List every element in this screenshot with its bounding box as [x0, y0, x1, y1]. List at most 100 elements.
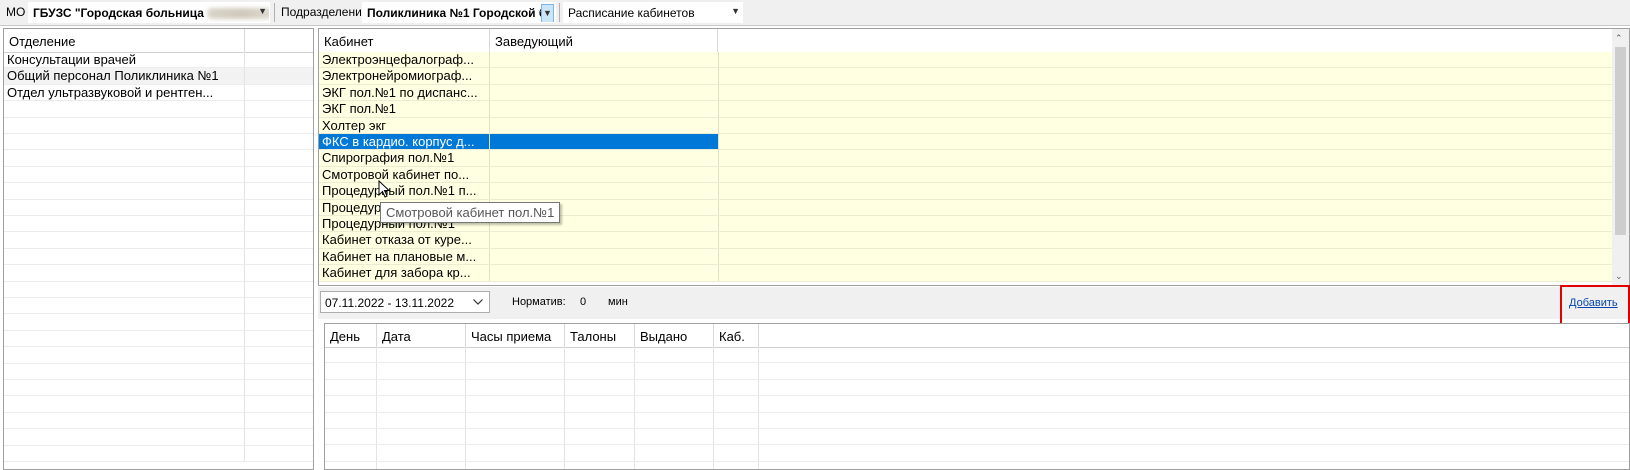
chevron-down-icon[interactable]: ⌄ [1615, 271, 1623, 282]
row-filler [719, 117, 1612, 133]
table-row[interactable]: ЭКГ пол.№1 по диспанс... [319, 84, 1612, 102]
table-row[interactable] [325, 412, 1629, 429]
cabinet-head-cell [490, 52, 719, 68]
column-header-issued[interactable]: Выдано [635, 324, 714, 347]
table-row[interactable] [4, 166, 313, 184]
table-row[interactable] [325, 347, 1629, 364]
row-filler [719, 52, 1612, 68]
table-row[interactable]: Общий персонал Поликлиника №1 [4, 68, 313, 85]
table-row[interactable]: ФКС в кардио. корпус д... [319, 134, 1612, 151]
table-row[interactable] [325, 396, 1629, 413]
column-header-tickets[interactable]: Талоны [565, 324, 635, 347]
table-row[interactable]: Электронейромиограф... [319, 68, 1612, 85]
table-row[interactable] [4, 216, 313, 233]
schedule-cell [466, 445, 565, 461]
table-row[interactable] [4, 101, 313, 118]
department-extra-cell [245, 150, 313, 165]
schedule-cell [377, 396, 466, 412]
table-row[interactable] [325, 461, 1629, 469]
table-row[interactable] [4, 429, 313, 446]
date-range-combo[interactable]: 07.11.2022 - 13.11.2022 [320, 291, 490, 313]
table-row[interactable] [325, 429, 1629, 446]
toolbar-divider [559, 3, 560, 22]
schedule-cell [377, 461, 466, 469]
chevron-down-icon[interactable] [473, 299, 483, 305]
chevron-up-icon[interactable]: ⌃ [1615, 33, 1623, 44]
department-cell [4, 330, 245, 347]
table-row[interactable] [4, 199, 313, 216]
table-row[interactable] [4, 445, 313, 462]
cabinet-name-cell: Электронейромиограф... [319, 68, 490, 84]
cabinet-head-cell [490, 232, 719, 248]
table-row[interactable] [4, 412, 313, 430]
column-header-day[interactable]: День [325, 324, 377, 347]
schedule-cell [714, 396, 759, 412]
period-strip: 07.11.2022 - 13.11.2022 Норматив: 0 мин … [318, 287, 1630, 319]
schedule-cell [466, 379, 565, 396]
table-row[interactable] [325, 379, 1629, 397]
cabinet-head-cell [490, 166, 719, 183]
subdivision-combo[interactable]: Поликлиника №1 Городской б ▼ [362, 2, 556, 23]
schedule-cell [635, 429, 714, 445]
table-row[interactable] [4, 347, 313, 364]
row-filler [719, 199, 1612, 215]
table-row[interactable] [4, 380, 313, 397]
table-row[interactable] [4, 396, 313, 413]
column-header-extra[interactable] [245, 29, 313, 52]
table-row[interactable] [325, 445, 1629, 462]
table-row[interactable] [4, 134, 313, 151]
table-row[interactable]: Процедурный пол.№1 п... [319, 183, 1612, 200]
table-row[interactable]: Смотровой кабинет по... [319, 166, 1612, 184]
cabinet-name-cell: ЭКГ пол.№1 [319, 101, 490, 117]
table-row[interactable] [4, 232, 313, 249]
subdivision-label: Подразделение [281, 5, 369, 19]
table-row[interactable] [4, 117, 313, 134]
cabinet-name-cell: ФКС в кардио. корпус д... [319, 134, 490, 150]
table-row[interactable] [4, 314, 313, 331]
table-row[interactable]: Консультации врачей [4, 52, 313, 69]
column-header-department[interactable]: Отделение [4, 29, 245, 52]
table-row[interactable] [4, 248, 313, 266]
table-row[interactable] [4, 363, 313, 380]
table-row[interactable] [4, 298, 313, 315]
tooltip: Смотровой кабинет пол.№1 [380, 202, 561, 223]
table-row[interactable] [325, 363, 1629, 380]
column-header-head[interactable]: Заведующий [490, 29, 718, 52]
table-row[interactable] [4, 265, 313, 282]
table-row[interactable] [4, 183, 313, 200]
table-row[interactable]: Отдел ультразвуковой и рентген... [4, 84, 313, 102]
table-row[interactable]: Кабинет отказа от куре... [319, 232, 1612, 249]
schedule-cell [714, 379, 759, 396]
table-row[interactable] [4, 150, 313, 167]
table-row[interactable] [4, 281, 313, 298]
department-extra-cell [245, 249, 313, 264]
schedule-cell [714, 461, 759, 469]
schedule-header: День Дата Часы приема Талоны Выдано Каб. [325, 324, 1629, 348]
department-cell [4, 429, 245, 445]
chevron-down-icon[interactable]: ▼ [731, 6, 740, 16]
scrollbar-thumb[interactable] [1615, 47, 1626, 235]
chevron-down-icon[interactable]: ▼ [258, 6, 267, 16]
table-row[interactable]: Кабинет для забора кр... [319, 265, 1612, 282]
chevron-down-icon[interactable]: ▼ [541, 4, 554, 22]
table-row[interactable]: Кабинет на плановые м... [319, 248, 1612, 266]
mo-combo[interactable]: ГБУЗС "Городская больница ▼ [28, 2, 270, 23]
table-row[interactable] [4, 330, 313, 348]
column-header-date[interactable]: Дата [377, 324, 466, 347]
norm-label: Норматив: [512, 296, 566, 308]
row-filler [719, 68, 1612, 84]
cabinet-name-cell: Смотровой кабинет по... [319, 166, 490, 183]
schedule-cell [466, 429, 565, 445]
table-row[interactable]: ЭКГ пол.№1 [319, 101, 1612, 118]
column-header-cabinet[interactable]: Кабинет [319, 29, 490, 52]
view-combo[interactable]: Расписание кабинетов ▼ [563, 2, 743, 23]
schedule-cell [325, 461, 377, 469]
table-row[interactable]: Спирография пол.№1 [319, 150, 1612, 167]
column-header-room[interactable]: Каб. [714, 324, 759, 347]
table-row[interactable]: Холтер экг [319, 117, 1612, 134]
department-extra-cell [245, 429, 313, 444]
vertical-scrollbar[interactable]: ⌃ ⌄ [1612, 29, 1629, 285]
column-header-hours[interactable]: Часы приема [466, 324, 565, 347]
table-row[interactable]: Электроэнцефалограф... [319, 52, 1612, 69]
department-extra-cell [245, 380, 313, 395]
